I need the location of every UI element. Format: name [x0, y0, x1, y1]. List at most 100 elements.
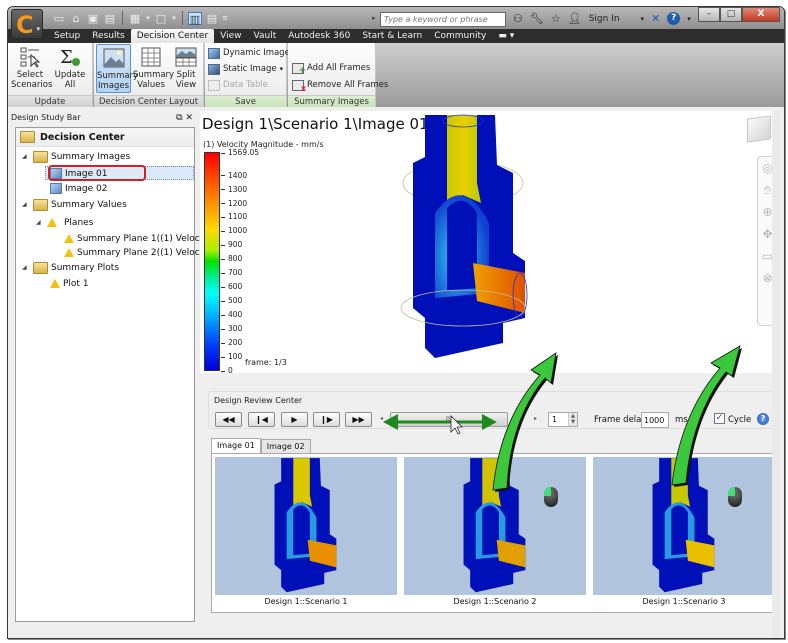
svg-text:Σ: Σ [60, 47, 73, 68]
close-pane-icon[interactable]: ✕ [185, 113, 193, 123]
scroll-left-icon[interactable]: ◂ [380, 415, 383, 422]
tab-vault[interactable]: Vault [248, 29, 283, 43]
first-frame-button[interactable]: ◀◀ [215, 412, 242, 427]
update-all-button[interactable]: Σ Update All [52, 46, 88, 90]
dynamic-image-button[interactable]: Dynamic Image [208, 46, 290, 60]
tree-node-image-02[interactable]: Image 02 [50, 182, 108, 195]
save-icon[interactable]: ▣ [86, 12, 100, 25]
dropdown-icon[interactable]: ▾ [687, 15, 691, 23]
last-frame-button[interactable]: ▶▶ [345, 412, 372, 427]
wrench-icon[interactable]: 🔧︎ [530, 12, 544, 25]
application-menu-button[interactable]: C ▾ [11, 9, 43, 39]
chevron-down-icon: ▾ [279, 65, 284, 73]
save-as-icon[interactable]: ▤ [103, 12, 117, 25]
search-input[interactable]: Type a keyword or phrase [380, 12, 506, 27]
thumbnail-model [274, 458, 337, 593]
exchange-icon[interactable]: ✕ [651, 12, 660, 25]
cycle-checkbox[interactable]: ✓ [714, 413, 725, 424]
tree-node-summary-values[interactable]: ◢ Summary Values [22, 198, 127, 211]
collapse-icon[interactable]: ◢ [22, 264, 30, 271]
collapse-icon[interactable]: ◢ [22, 201, 30, 208]
tree-node-summary-plots[interactable]: ◢ Summary Plots [22, 261, 119, 274]
thumbnail-caption: Design 1::Scenario 3 [642, 597, 726, 606]
cube-icon[interactable]: □ [154, 12, 168, 25]
ribbon-tab-bar: Setup Results Decision Center View Vault… [8, 29, 784, 43]
search-expand-icon[interactable]: ▸ [372, 14, 376, 22]
tab-autodesk-360[interactable]: Autodesk 360 [282, 29, 356, 43]
add-all-frames-button[interactable]: + Add All Frames [292, 61, 370, 75]
help-icon[interactable]: ? [667, 12, 681, 25]
tree-node-image-01[interactable]: Image 01 [50, 167, 108, 180]
thumbnail-scenario-1[interactable] [215, 457, 397, 595]
mouse-icon [728, 487, 742, 507]
legend-tick: 700 [221, 268, 242, 277]
sign-in-button[interactable]: Sign In [589, 14, 620, 24]
static-image-button[interactable]: Static Image ▾ [208, 62, 283, 76]
tab-image-02[interactable]: Image 02 [260, 439, 311, 453]
tab-image-01[interactable]: Image 01 [211, 438, 261, 453]
tree-label: Summary Plane 2((1) Velocit... [77, 247, 215, 258]
next-frame-button[interactable]: ❙▶ [313, 412, 340, 427]
tab-view[interactable]: View [214, 29, 247, 43]
spinner-arrows-icon[interactable]: ▲ ▼ [568, 413, 577, 426]
legend-tick: 0 [221, 366, 233, 375]
user-icon[interactable]: 👤︎ [568, 12, 582, 25]
tree-node-plot-1[interactable]: Plot 1 [50, 277, 89, 290]
select-scenarios-button[interactable]: Select Scenarios [11, 46, 52, 90]
report-icon[interactable]: ▤ [205, 12, 219, 25]
previous-frame-button[interactable]: ❙◀ [248, 412, 275, 427]
remove-all-frames-button[interactable]: x Remove All Frames [292, 78, 388, 92]
frame-delay-input[interactable]: 1000 [641, 412, 669, 428]
summary-values-button[interactable]: Summary Values [133, 46, 174, 90]
dropdown-icon[interactable]: ▾ [641, 15, 645, 23]
frame-number-spinner[interactable]: 1 ▲ ▼ [548, 412, 578, 427]
thumbnail-caption: Design 1::Scenario 1 [264, 597, 348, 606]
thumbnail-scenario-3[interactable] [593, 457, 775, 595]
collapse-icon[interactable]: ◢ [36, 219, 44, 226]
tree-node-planes[interactable]: ◢ Planes [36, 216, 93, 229]
tree-root-decision-center[interactable]: Decision Center [16, 128, 194, 147]
tab-results[interactable]: Results [86, 29, 131, 43]
dropdown-icon[interactable]: ▾ [171, 12, 177, 25]
customize-qat-icon[interactable]: ≡ [222, 12, 228, 25]
table-icon [141, 47, 161, 67]
thumbnail-scenario-2[interactable] [404, 457, 586, 595]
design-study-bar-title: Design Study Bar [11, 113, 81, 122]
project-icon[interactable]: ▦ [128, 12, 142, 25]
frame-scrollbar[interactable]: ◂ III ▸ [378, 412, 542, 427]
help-icon[interactable]: ? [757, 413, 769, 425]
scrollbar-thumb[interactable]: III [390, 412, 508, 427]
legend-tick: 300 [221, 324, 242, 333]
summary-images-button[interactable]: Summary Images [96, 44, 138, 93]
split-view-button[interactable]: Split View [172, 46, 200, 90]
vertical-scrollbar[interactable] [772, 111, 780, 638]
minimize-button[interactable]: – [698, 7, 720, 22]
maximize-button[interactable]: □ [720, 7, 742, 22]
open-folder-icon[interactable]: ⌂ [69, 12, 83, 25]
legend-tick: 100 [221, 352, 242, 361]
flow-simulation-model [400, 114, 528, 358]
graphics-viewport[interactable]: Design 1\Scenario 1\Image 01 (1) Velocit… [200, 111, 778, 375]
binoculars-icon[interactable]: ⚇ [513, 12, 523, 25]
float-pane-icon[interactable]: ⧉ [176, 113, 182, 123]
tab-community[interactable]: Community [428, 29, 492, 43]
star-icon[interactable]: ☆ [551, 12, 561, 25]
layout-icon[interactable]: ▥ [188, 11, 202, 26]
legend-tick: 500 [221, 296, 242, 305]
scroll-right-icon[interactable]: ▸ [534, 415, 537, 422]
tab-decision-center[interactable]: Decision Center [130, 29, 215, 43]
new-file-icon[interactable]: ▭ [52, 12, 66, 25]
collapse-icon[interactable]: ◢ [22, 153, 30, 160]
play-button[interactable]: ▶ [281, 412, 308, 427]
tab-setup[interactable]: Setup [48, 29, 86, 43]
tab-start-learn[interactable]: Start & Learn [356, 29, 428, 43]
close-button[interactable]: X [742, 7, 780, 22]
tree-node-summary-images[interactable]: ◢ Summary Images [22, 150, 130, 163]
view-cube[interactable] [747, 115, 771, 143]
thumbnail-strip: Design 1::Scenario 1 Design 1::Scenario … [211, 453, 778, 613]
dropdown-icon[interactable]: ▾ [145, 12, 151, 25]
tree-node-summary-plane-2[interactable]: Summary Plane 2((1) Velocit... [64, 246, 214, 259]
tree-node-summary-plane-1[interactable]: Summary Plane 1((1) Velocit... [64, 232, 214, 245]
decision-center-folder-icon [20, 131, 35, 143]
ribbon-minimize-toggle[interactable]: ▬ ▾ [492, 29, 520, 43]
